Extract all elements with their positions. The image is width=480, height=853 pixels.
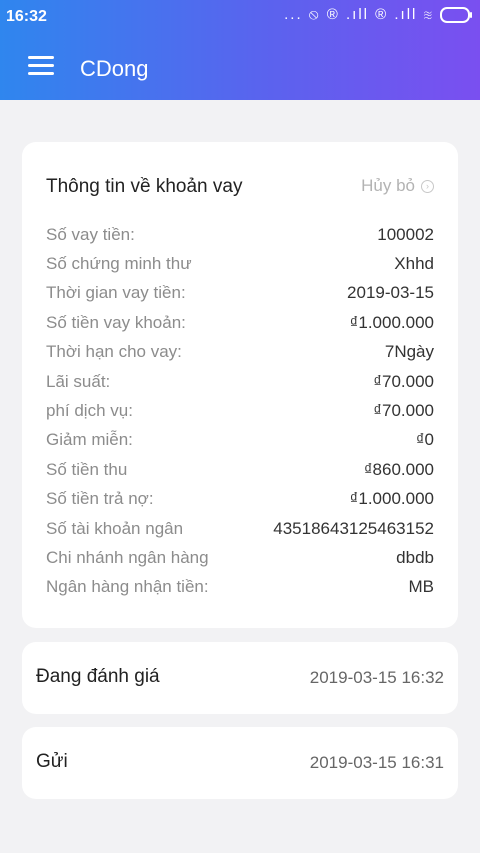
card-title: Thông tin về khoản vay xyxy=(46,176,243,197)
loan-details: Số vay tiền: 100002 Số chứng minh thư Xhhd… xyxy=(46,220,434,602)
detail-row-receiving-bank: Ngân hàng nhận tiền: MB xyxy=(46,577,434,597)
status-label: Gửi xyxy=(36,751,68,772)
detail-row-service-fee: phí dịch vụ: ₫70.000 xyxy=(46,401,434,421)
cancel-button[interactable]: Hủy bỏ › xyxy=(361,176,434,196)
status-timestamp: 2019-03-15 16:32 xyxy=(309,668,444,687)
status-bar-icons: ... ⦸ ® .ıll ® .ıll ≋ xyxy=(284,6,472,23)
detail-row-loan-term: Thời hạn cho vay: 7Ngày xyxy=(46,342,434,362)
status-bar-time: 16:32 xyxy=(6,8,47,25)
detail-row-id-number: Số chứng minh thư Xhhd xyxy=(46,254,434,274)
detail-row-bank-account: Số tài khoản ngân 43518643125463152 xyxy=(46,518,434,538)
status-item-submitted: Gửi 2019-03-15 16:31 xyxy=(22,727,458,799)
detail-row-loan-number: Số vay tiền: 100002 xyxy=(46,224,434,244)
top-bar: 16:32 ... ⦸ ® .ıll ® .ıll ≋ CDong xyxy=(0,0,480,100)
detail-row-amount-received: Số tiền thu ₫860.000 xyxy=(46,459,434,479)
loan-info-card: Thông tin về khoản vay Hủy bỏ › Số vay t… xyxy=(22,142,458,628)
detail-row-bank-branch: Chi nhánh ngân hàng dbdb xyxy=(46,547,434,567)
status-indicators-icon: ... ⦸ ® .ıll ® .ıll ≋ xyxy=(284,6,434,23)
chevron-circle-icon: › xyxy=(421,179,434,193)
battery-icon xyxy=(440,6,472,23)
detail-row-repayment: Số tiền trả nợ: ₫1.000.000 xyxy=(46,489,434,509)
menu-button[interactable] xyxy=(28,56,54,76)
detail-row-discount: Giảm miễn: ₫0 xyxy=(46,430,434,450)
cancel-label: Hủy bỏ xyxy=(361,176,415,195)
detail-row-loan-amount: Số tiền vay khoản: ₫1.000.000 xyxy=(46,312,434,332)
app-title: CDong xyxy=(80,56,149,81)
status-timestamp: 2019-03-15 16:31 xyxy=(309,753,444,772)
status-label: Đang đánh giá xyxy=(36,666,160,687)
status-item-reviewing: Đang đánh giá 2019-03-15 16:32 xyxy=(22,642,458,714)
detail-row-loan-date: Thời gian vay tiền: 2019-03-15 xyxy=(46,283,434,303)
hamburger-icon xyxy=(28,56,54,59)
detail-row-interest: Lãi suất: ₫70.000 xyxy=(46,371,434,391)
